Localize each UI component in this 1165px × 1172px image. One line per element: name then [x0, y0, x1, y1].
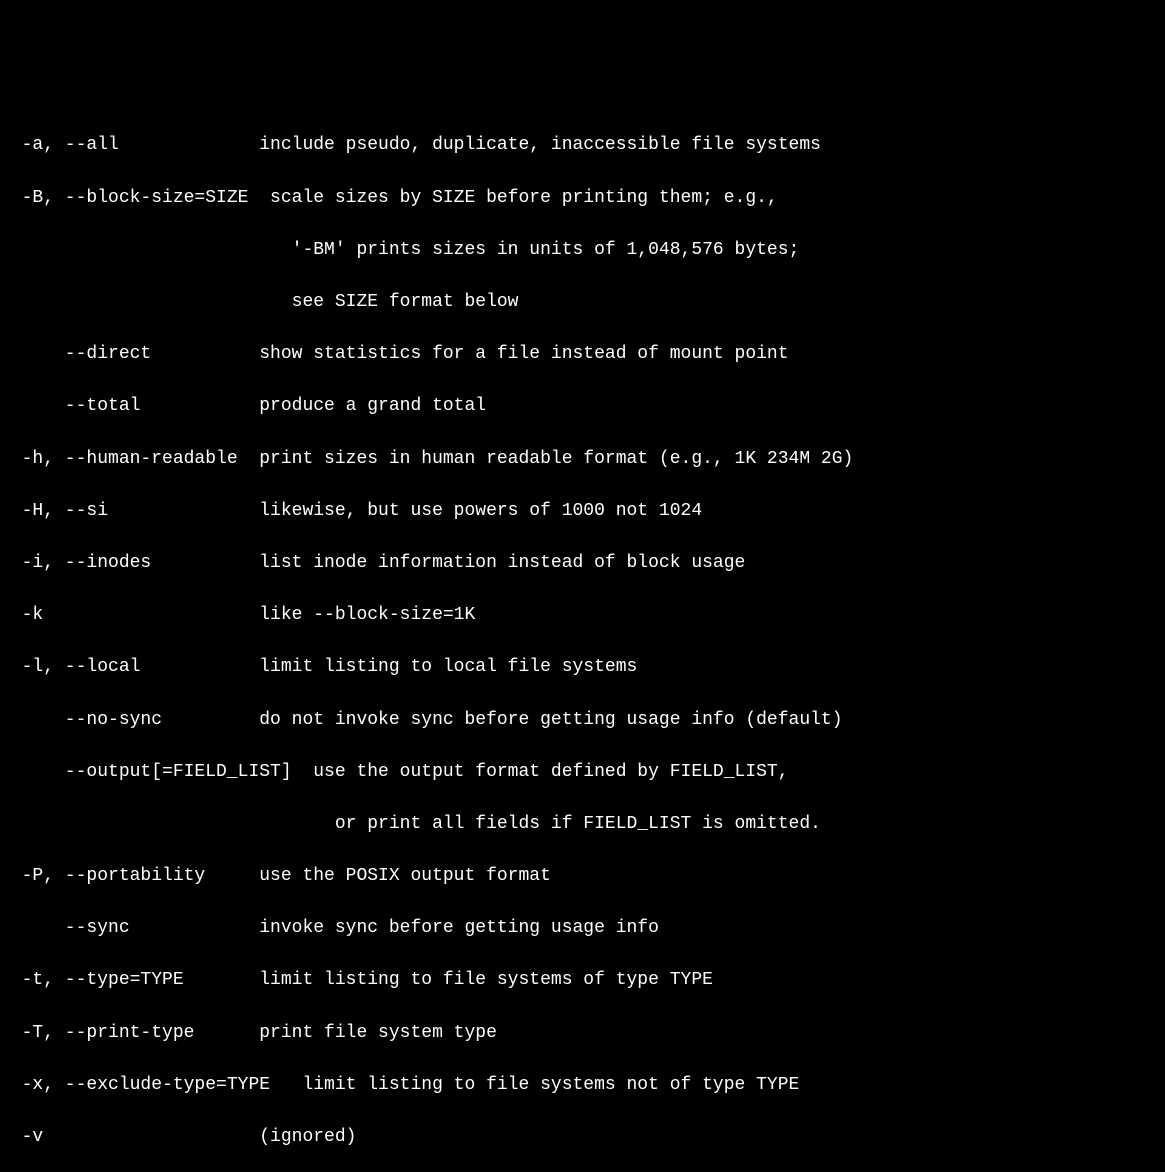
help-line-output-cont: or print all fields if FIELD_LIST is omi…: [0, 811, 1165, 837]
help-line-sync: --sync invoke sync before getting usage …: [0, 915, 1165, 941]
help-line-human-readable: -h, --human-readable print sizes in huma…: [0, 446, 1165, 472]
help-line-si: -H, --si likewise, but use powers of 100…: [0, 498, 1165, 524]
help-line-block-size-cont2: see SIZE format below: [0, 289, 1165, 315]
help-line-total: --total produce a grand total: [0, 393, 1165, 419]
help-line-local: -l, --local limit listing to local file …: [0, 654, 1165, 680]
help-line-exclude-type: -x, --exclude-type=TYPE limit listing to…: [0, 1072, 1165, 1098]
terminal-output: -a, --all include pseudo, duplicate, ina…: [0, 106, 1165, 1172]
help-line-direct: --direct show statistics for a file inst…: [0, 341, 1165, 367]
help-line-block-size: -B, --block-size=SIZE scale sizes by SIZ…: [0, 185, 1165, 211]
help-line-type: -t, --type=TYPE limit listing to file sy…: [0, 967, 1165, 993]
help-line-no-sync: --no-sync do not invoke sync before gett…: [0, 707, 1165, 733]
help-line-v: -v (ignored): [0, 1124, 1165, 1150]
help-line-block-size-cont1: '-BM' prints sizes in units of 1,048,576…: [0, 237, 1165, 263]
help-line-inodes: -i, --inodes list inode information inst…: [0, 550, 1165, 576]
help-line-k: -k like --block-size=1K: [0, 602, 1165, 628]
help-line-print-type: -T, --print-type print file system type: [0, 1020, 1165, 1046]
help-line-output: --output[=FIELD_LIST] use the output for…: [0, 759, 1165, 785]
help-line-all: -a, --all include pseudo, duplicate, ina…: [0, 132, 1165, 158]
help-line-portability: -P, --portability use the POSIX output f…: [0, 863, 1165, 889]
